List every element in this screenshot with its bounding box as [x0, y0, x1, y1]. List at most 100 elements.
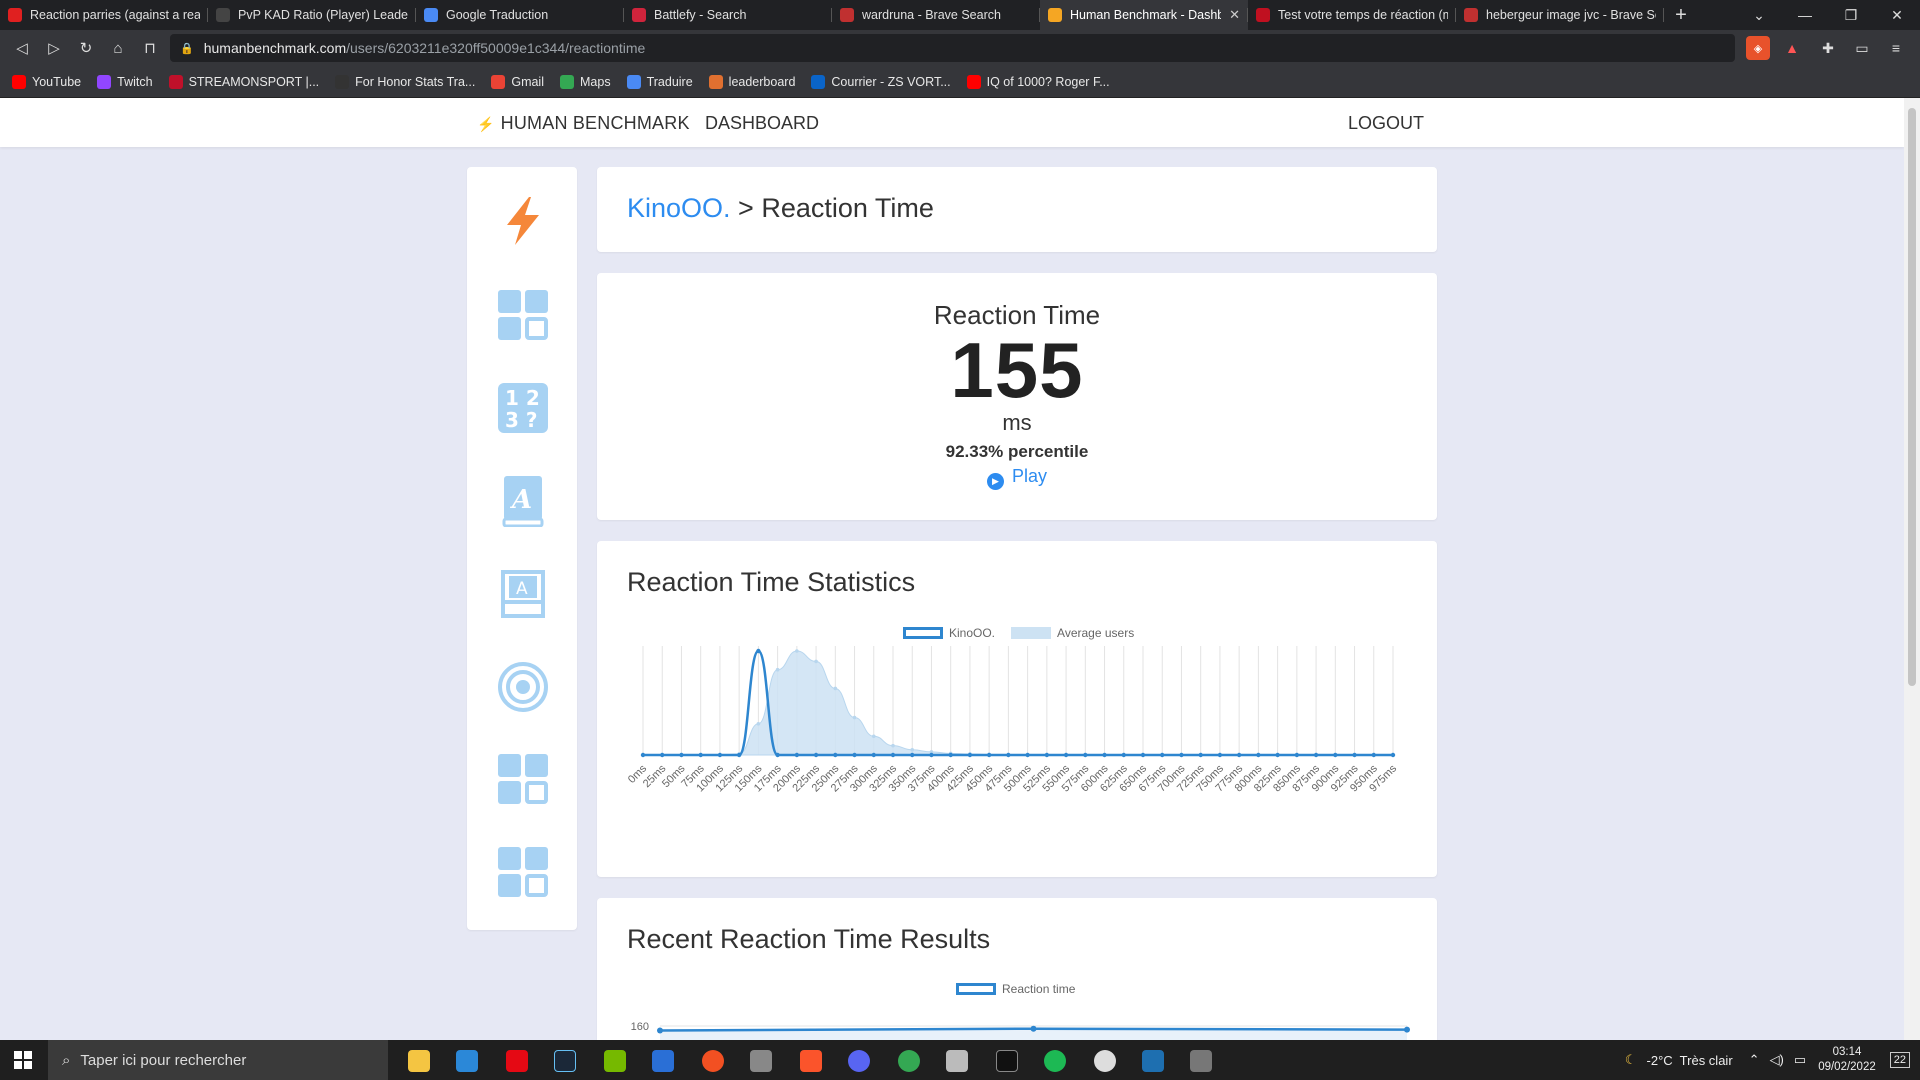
user-point[interactable] [1160, 752, 1165, 758]
user-point[interactable] [1352, 752, 1357, 758]
user-point[interactable] [929, 752, 934, 758]
tab-search-icon[interactable]: ⌄ [1736, 7, 1782, 24]
restore-button[interactable]: ❐ [1828, 7, 1874, 24]
brave-shields-icon[interactable]: ◈ [1746, 36, 1770, 60]
tab-close-icon[interactable]: ✕ [1229, 7, 1240, 23]
user-point[interactable] [1083, 752, 1088, 758]
user-point[interactable] [1121, 752, 1126, 758]
url-bar[interactable]: 🔒 humanbenchmark.com/users/6203211e320ff… [170, 34, 1735, 62]
user-point[interactable] [1198, 752, 1203, 758]
browser-tab[interactable]: Reaction parries (against a real p [0, 0, 208, 30]
reaction-point[interactable] [1030, 1025, 1037, 1032]
bookmark-item[interactable]: STREAMONSPORT |... [168, 74, 319, 89]
browser-tab[interactable]: Battlefy - Search [624, 0, 832, 30]
bookmark-item[interactable]: Maps [560, 74, 611, 89]
user-point[interactable] [1236, 752, 1242, 758]
user-point[interactable] [948, 752, 953, 758]
windows-start-icon[interactable] [14, 1051, 32, 1069]
play-button[interactable]: ▶ Play [597, 466, 1437, 490]
user-point[interactable] [775, 752, 780, 758]
new-tab-button[interactable]: + [1664, 4, 1698, 27]
user-point[interactable] [1275, 752, 1280, 758]
legend-label-average[interactable]: Average users [1057, 626, 1134, 640]
user-point[interactable] [1025, 752, 1030, 758]
user-point[interactable] [756, 648, 761, 654]
user-point[interactable] [1102, 752, 1107, 758]
chrome-icon[interactable] [898, 1050, 920, 1072]
weather-text[interactable]: -2°C Très clair [1647, 1053, 1733, 1068]
volume-icon[interactable]: ◁) [1770, 1052, 1784, 1068]
user-point[interactable] [660, 752, 665, 758]
bookmark-item[interactable]: Traduire [626, 74, 693, 89]
reload-icon[interactable]: ↻ [70, 39, 102, 57]
user-point[interactable] [852, 752, 857, 758]
user-point[interactable] [1371, 752, 1376, 758]
browser-tab[interactable]: wardruna - Brave Search [832, 0, 1040, 30]
steam-icon[interactable] [554, 1050, 576, 1072]
reaction-point[interactable] [657, 1027, 663, 1034]
netflix-icon[interactable] [506, 1050, 528, 1072]
user-point[interactable] [1217, 752, 1223, 758]
number-memory-icon[interactable]: 1 23 ? [497, 382, 549, 434]
extensions-icon[interactable]: ✚ [1816, 36, 1840, 60]
network-icon[interactable]: ▭ [1794, 1052, 1806, 1068]
user-link[interactable]: KinoOO. [627, 193, 731, 223]
back-icon[interactable]: ◁ [6, 39, 38, 57]
bookmark-item[interactable]: Courrier - ZS VORT... [811, 74, 951, 89]
browser-tab[interactable]: Google Traduction [416, 0, 624, 30]
bookmark-item[interactable]: For Honor Stats Tra... [335, 74, 475, 89]
bookmark-item[interactable]: Gmail [491, 74, 544, 89]
browser-tab[interactable]: PvP KAD Ratio (Player) Leaderbo [208, 0, 416, 30]
browser-tab[interactable]: hebergeur image jvc - Brave Sea [1456, 0, 1664, 30]
bookmark-icon[interactable]: ⊓ [134, 39, 166, 57]
bookmark-item[interactable]: IQ of 1000? Roger F... [966, 74, 1110, 89]
nvidia-icon[interactable] [604, 1050, 626, 1072]
wallet-icon[interactable]: ▭ [1850, 36, 1874, 60]
user-point[interactable] [717, 752, 723, 758]
user-point[interactable] [640, 752, 646, 758]
settings-icon[interactable] [750, 1050, 772, 1072]
typing-icon[interactable]: A [497, 568, 549, 620]
user-point[interactable] [967, 752, 973, 758]
page-scrollbar[interactable] [1904, 98, 1920, 1040]
file-explorer-icon[interactable] [408, 1050, 430, 1072]
game-icon[interactable] [1190, 1050, 1212, 1072]
reaction-point[interactable] [1404, 1026, 1410, 1033]
user-point[interactable] [910, 752, 915, 758]
terminal-icon[interactable] [996, 1050, 1018, 1072]
user-point[interactable] [1044, 752, 1050, 758]
ubisoft-icon[interactable] [1094, 1050, 1116, 1072]
bookmark-item[interactable]: Twitch [97, 74, 153, 89]
brave-icon[interactable] [800, 1050, 822, 1072]
user-point[interactable] [1006, 752, 1011, 758]
menu-icon[interactable]: ≡ [1884, 36, 1908, 60]
brand-link[interactable]: ⚡ HUMAN BENCHMARK [477, 113, 690, 134]
verbal-memory-icon[interactable]: A [497, 475, 549, 527]
bookmark-item[interactable]: leaderboard [708, 74, 795, 89]
clock[interactable]: 03:14 09/02/2022 [1818, 1045, 1876, 1075]
grid-blocks-icon-3[interactable] [497, 846, 549, 898]
brave-rewards-icon[interactable]: ▲ [1780, 36, 1804, 60]
app-icon-2[interactable] [946, 1050, 968, 1072]
user-point[interactable] [890, 752, 896, 758]
notifications-badge[interactable]: 22 [1889, 1052, 1910, 1068]
app-icon[interactable] [652, 1050, 674, 1072]
spotify-icon[interactable] [1044, 1050, 1066, 1072]
store-icon[interactable] [456, 1050, 478, 1072]
user-point[interactable] [813, 752, 819, 758]
legend-label-reaction[interactable]: Reaction time [1002, 982, 1075, 996]
home-icon[interactable]: ⌂ [102, 40, 134, 57]
grid-blocks-icon[interactable] [497, 289, 549, 341]
discord-icon[interactable] [848, 1050, 870, 1072]
lightning-icon[interactable] [497, 195, 549, 247]
user-point[interactable] [1294, 752, 1300, 758]
browser-tab[interactable]: Human Benchmark - Dashb ✕ [1040, 0, 1248, 30]
user-point[interactable] [871, 752, 876, 758]
browser-tab[interactable]: Test votre temps de réaction (m [1248, 0, 1456, 30]
close-window-button[interactable]: ✕ [1874, 7, 1920, 24]
user-point[interactable] [794, 752, 800, 758]
user-point[interactable] [698, 752, 703, 758]
origin-icon[interactable] [702, 1050, 724, 1072]
legend-label-user[interactable]: KinoOO. [949, 626, 995, 640]
user-point[interactable] [1333, 752, 1338, 758]
